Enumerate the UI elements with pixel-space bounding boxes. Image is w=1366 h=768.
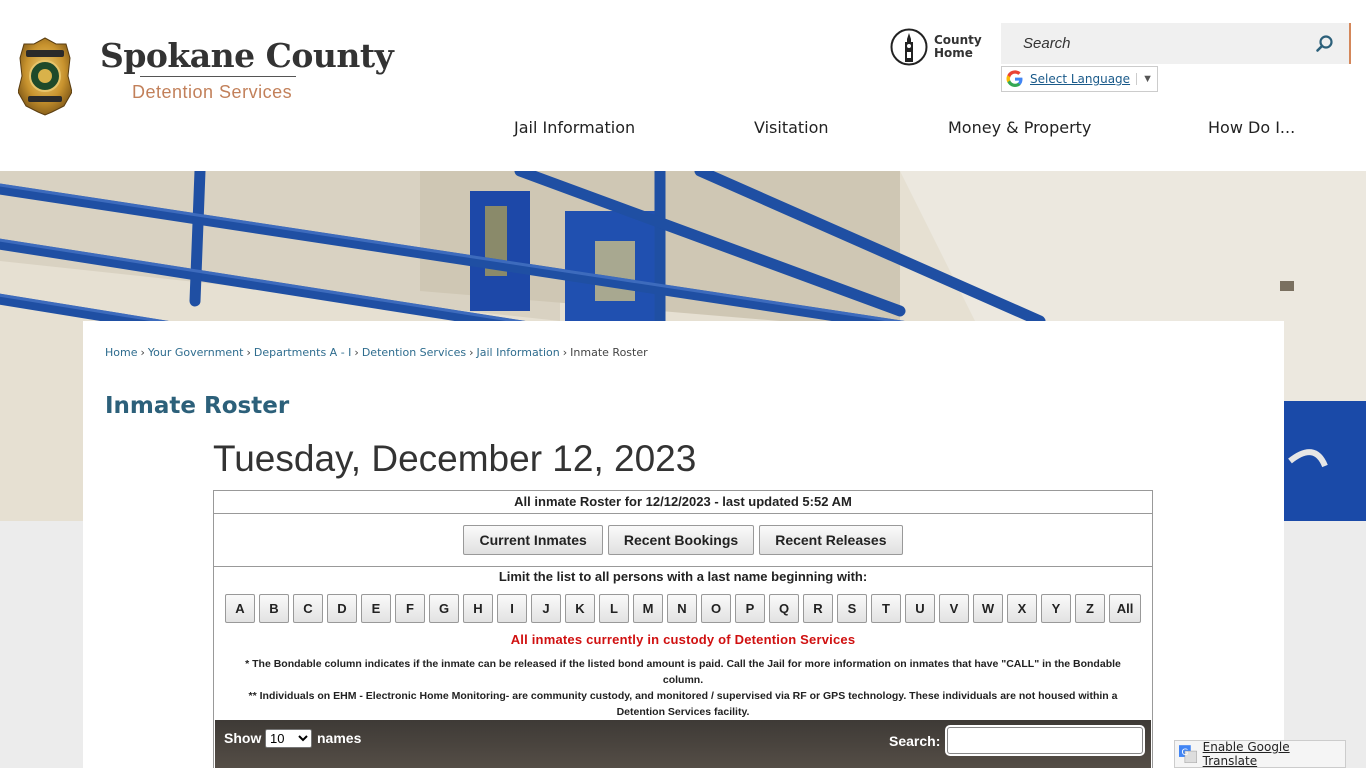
letter-filter-c[interactable]: C (293, 594, 323, 623)
breadcrumb-current: Inmate Roster (570, 346, 648, 359)
breadcrumb-separator: › (562, 346, 568, 359)
breadcrumb-separator: › (246, 346, 251, 359)
letter-filter-m[interactable]: M (633, 594, 663, 623)
letter-filter-r[interactable]: R (803, 594, 833, 623)
main-nav: Jail Information Visitation Money & Prop… (480, 118, 1340, 148)
ehm-note: ** Individuals on EHM - Electronic Home … (248, 690, 1118, 718)
site-search (1001, 23, 1351, 64)
date-heading: Tuesday, December 12, 2023 (213, 438, 697, 479)
show-label: Show (224, 730, 262, 746)
limit-instructions: Limit the list to all persons with a las… (498, 569, 868, 584)
letter-filter-t[interactable]: T (871, 594, 901, 623)
roster-caption: All inmate Roster for 12/12/2023 - last … (214, 491, 1152, 514)
letter-filter-all[interactable]: All (1109, 594, 1141, 623)
breadcrumb-separator: › (354, 346, 359, 359)
enable-translate-label: Enable Google Translate (1202, 740, 1290, 768)
breadcrumb-separator: › (469, 346, 474, 359)
letter-filter-section: Limit the list to all persons with a las… (214, 569, 1152, 720)
letter-filter-n[interactable]: N (667, 594, 697, 623)
nav-item-jail-information[interactable]: Jail Information (514, 118, 635, 137)
breadcrumb-jail-information[interactable]: Jail Information (476, 346, 559, 359)
letter-filter-a[interactable]: A (225, 594, 255, 623)
letter-filter-z[interactable]: Z (1075, 594, 1105, 623)
nav-item-how-do-i[interactable]: How Do I... (1208, 118, 1295, 137)
roster-panel: All inmate Roster for 12/12/2023 - last … (213, 490, 1153, 768)
select-language-link[interactable]: Select Language (1030, 72, 1130, 86)
table-search-input[interactable] (947, 727, 1143, 754)
letter-filter-e[interactable]: E (361, 594, 391, 623)
nav-item-money-property[interactable]: Money & Property (948, 118, 1091, 137)
recent-releases-button[interactable]: Recent Releases (759, 525, 903, 555)
letter-filter-i[interactable]: I (497, 594, 527, 623)
letter-filter-buttons: A B C D E F G H I J K L M N O P Q R S T U V W X Y Z All (214, 594, 1152, 623)
letter-filter-j[interactable]: J (531, 594, 561, 623)
table-search-label: Search: (889, 733, 941, 749)
letter-filter-h[interactable]: H (463, 594, 493, 623)
page: Spokane County Detention Services County… (0, 0, 1366, 768)
site-title[interactable]: Spokane County (100, 36, 394, 75)
breadcrumb-separator: › (140, 346, 145, 359)
letter-filter-b[interactable]: B (259, 594, 289, 623)
table-controls-bar: Show 10 names Search: (215, 720, 1151, 768)
custody-notice: All inmates currently in custody of Dete… (510, 632, 856, 647)
google-translate-icon: G (1179, 745, 1197, 763)
sheriff-badge-logo[interactable] (18, 36, 72, 116)
letter-filter-v[interactable]: V (939, 594, 969, 623)
county-home-label: County Home (934, 33, 982, 60)
letter-filter-s[interactable]: S (837, 594, 867, 623)
letter-filter-x[interactable]: X (1007, 594, 1037, 623)
main-content: Home › Your Government › Departments A - I › D… (83, 321, 1284, 768)
roster-view-buttons: Current Inmates Recent Bookings Recent R… (214, 514, 1152, 567)
language-selector[interactable]: Select Language ▼ (1001, 66, 1158, 92)
enable-google-translate-button[interactable]: G Enable Google Translate (1174, 740, 1346, 768)
page-title: Inmate Roster (105, 393, 290, 419)
courthouse-tower-icon (890, 28, 928, 66)
current-inmates-button[interactable]: Current Inmates (463, 525, 603, 555)
breadcrumb-departments[interactable]: Departments A - I (254, 346, 352, 359)
letter-filter-o[interactable]: O (701, 594, 731, 623)
chevron-down-icon[interactable]: ▼ (1136, 73, 1153, 85)
letter-filter-q[interactable]: Q (769, 594, 799, 623)
site-subtitle[interactable]: Detention Services (132, 82, 292, 103)
letter-filter-d[interactable]: D (327, 594, 357, 623)
bondable-note: * The Bondable column indicates if the i… (245, 658, 1121, 686)
breadcrumb: Home › Your Government › Departments A - I › D… (105, 346, 648, 359)
page-size-select[interactable]: 10 (265, 729, 312, 748)
nav-item-visitation[interactable]: Visitation (754, 118, 829, 137)
letter-filter-w[interactable]: W (973, 594, 1003, 623)
site-header: Spokane County Detention Services County… (0, 0, 1366, 171)
letter-filter-p[interactable]: P (735, 594, 765, 623)
county-home-link[interactable]: County Home (890, 28, 982, 66)
search-icon[interactable] (1315, 34, 1335, 54)
breadcrumb-detention-services[interactable]: Detention Services (362, 346, 466, 359)
letter-filter-y[interactable]: Y (1041, 594, 1071, 623)
letter-filter-l[interactable]: L (599, 594, 629, 623)
breadcrumb-your-government[interactable]: Your Government (148, 346, 244, 359)
site-search-input[interactable] (1001, 23, 1301, 64)
google-g-icon (1006, 70, 1023, 87)
breadcrumb-home[interactable]: Home (105, 346, 137, 359)
title-divider (140, 76, 296, 77)
names-label: names (317, 730, 362, 746)
svg-text:G: G (1181, 748, 1188, 758)
recent-bookings-button[interactable]: Recent Bookings (607, 525, 755, 555)
letter-filter-u[interactable]: U (905, 594, 935, 623)
letter-filter-f[interactable]: F (395, 594, 425, 623)
letter-filter-g[interactable]: G (429, 594, 459, 623)
letter-filter-k[interactable]: K (565, 594, 595, 623)
